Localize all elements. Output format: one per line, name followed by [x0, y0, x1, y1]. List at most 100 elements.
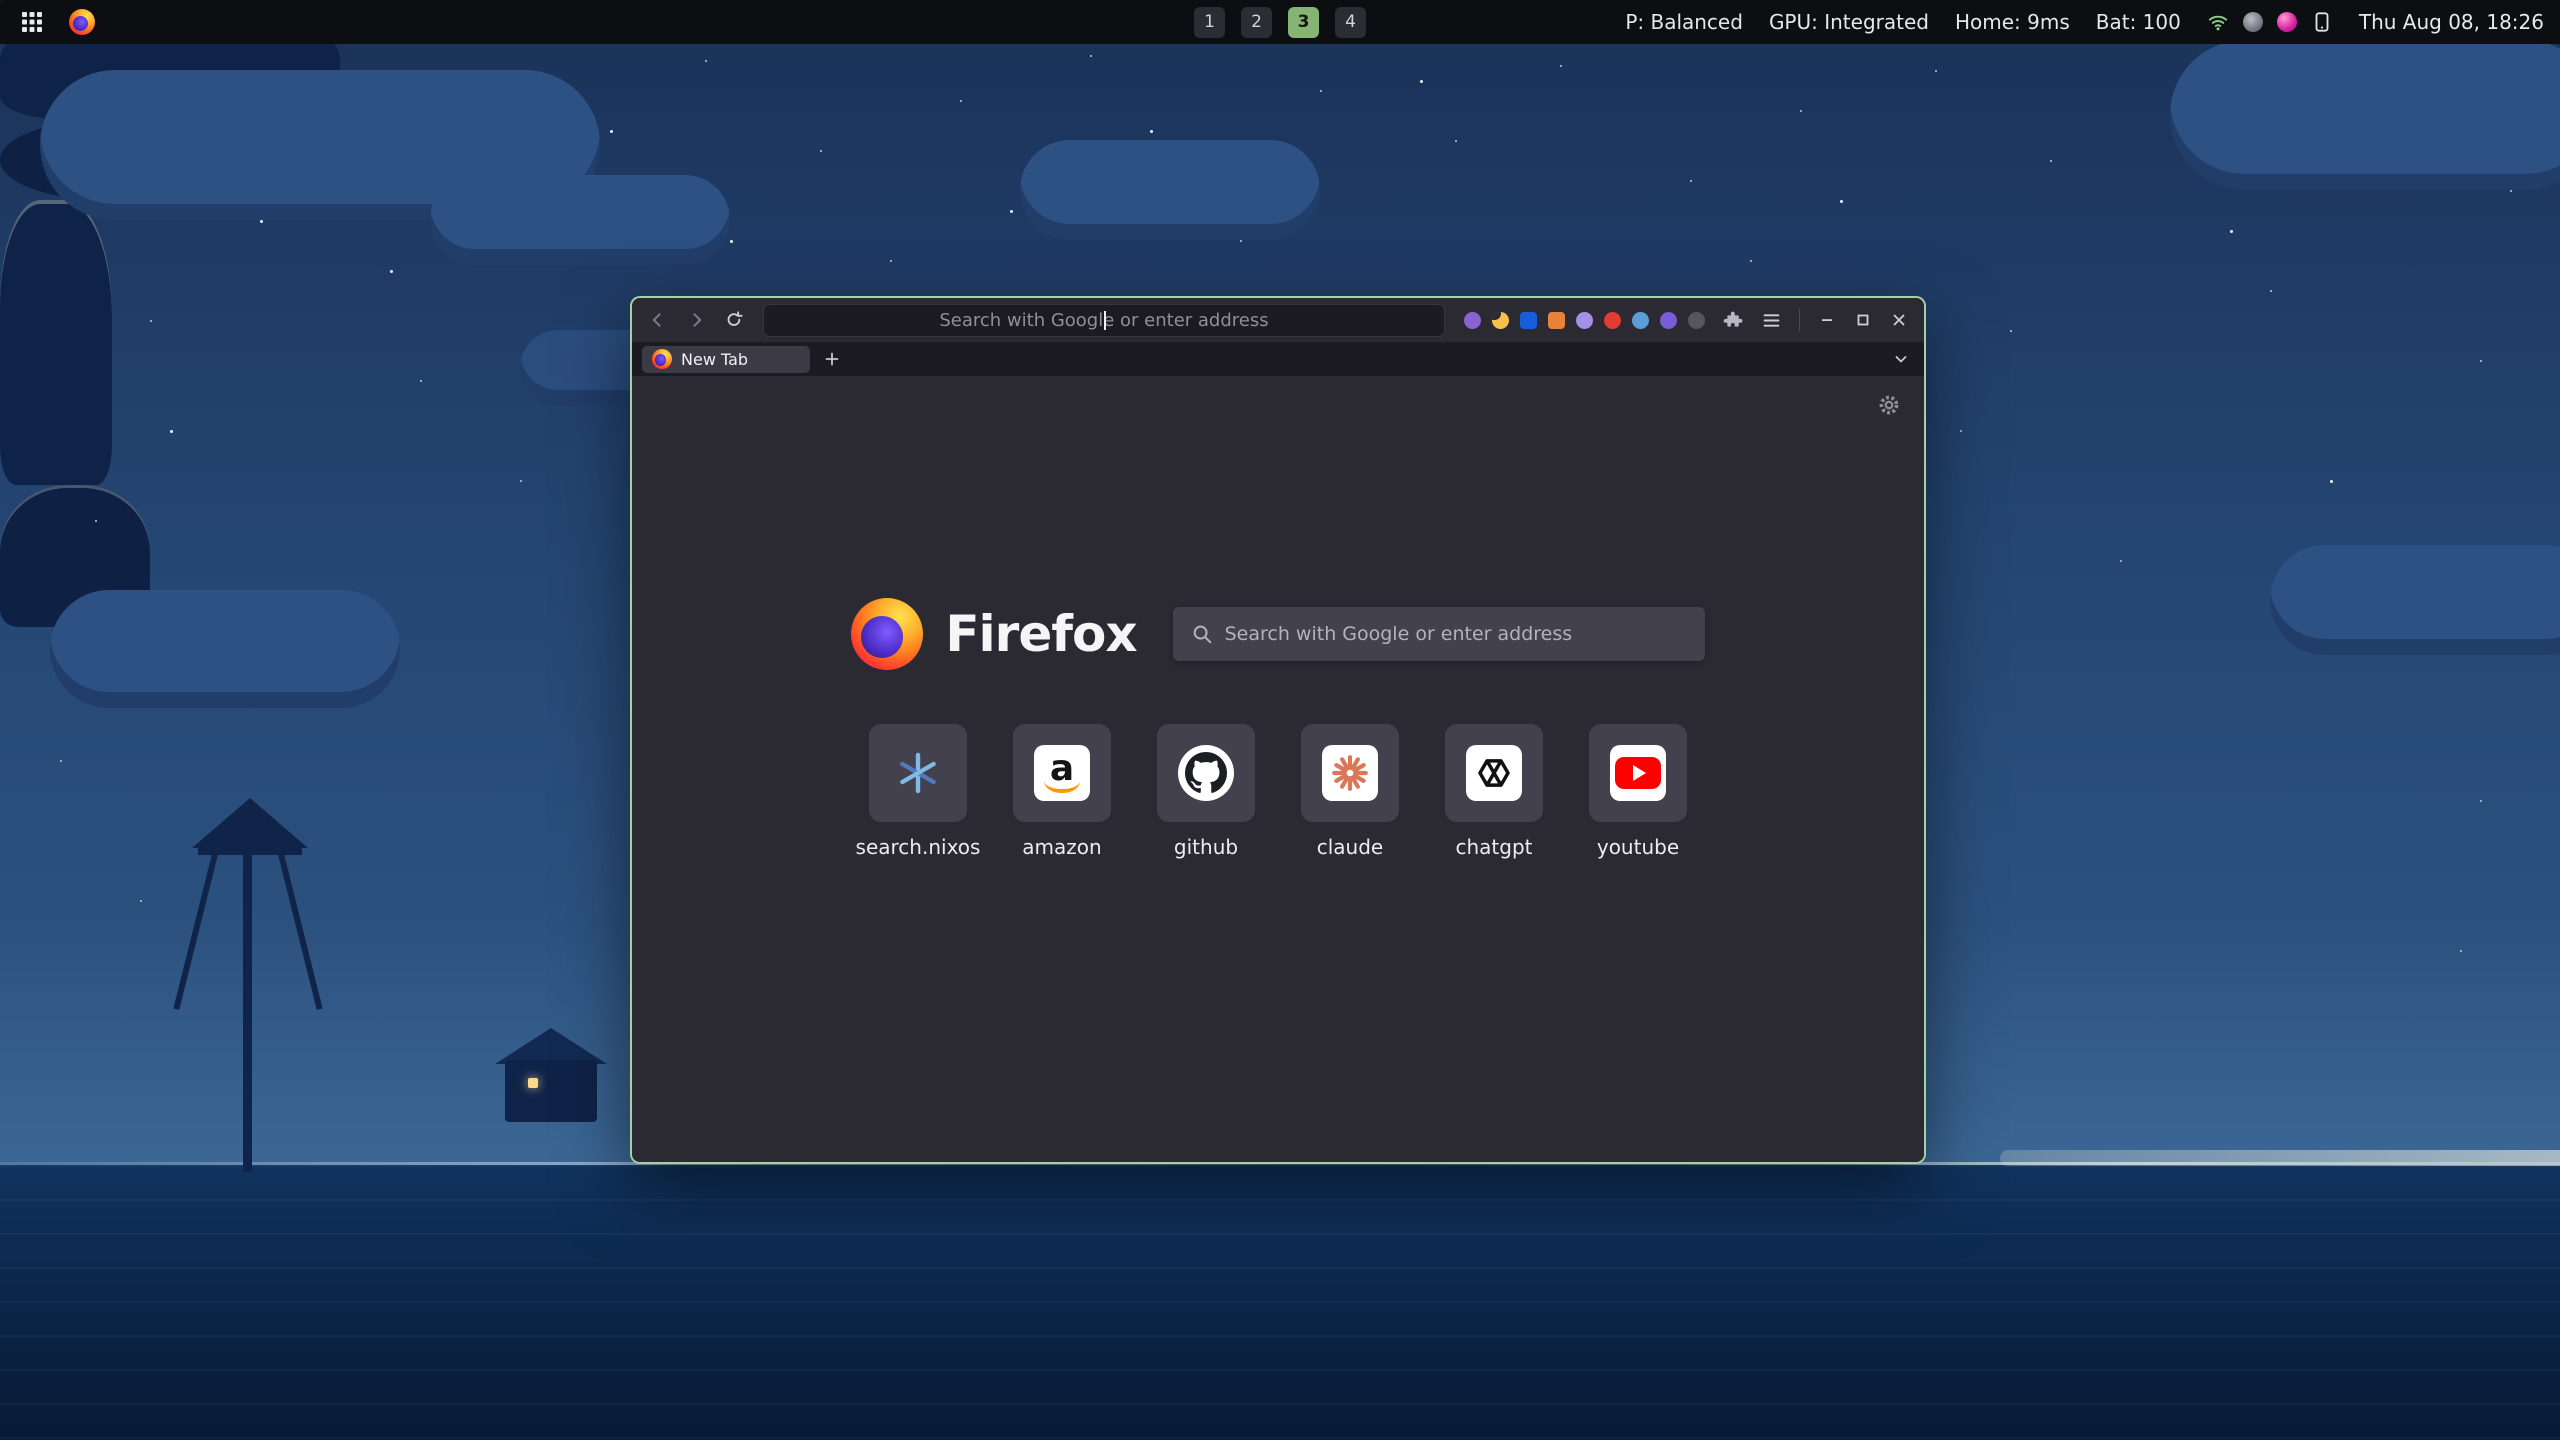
claude-tile	[1301, 724, 1399, 822]
wallpaper-cloud	[430, 175, 730, 265]
claude-icon	[1322, 745, 1378, 801]
close-button[interactable]	[1884, 305, 1914, 335]
shortcut-label: chatgpt	[1455, 835, 1532, 859]
extension-icon-6[interactable]	[1604, 312, 1621, 329]
system-tray	[2207, 11, 2333, 33]
apps-grid-icon	[20, 10, 44, 34]
amazon-icon: a	[1034, 745, 1090, 801]
wallpaper-beach	[2000, 1150, 2560, 1166]
personalize-settings-button[interactable]	[1876, 392, 1902, 418]
youtube-icon	[1610, 745, 1666, 801]
firefox-icon	[69, 9, 95, 35]
shortcut-label: github	[1174, 835, 1238, 859]
back-icon	[648, 310, 668, 330]
shortcut-label: amazon	[1022, 835, 1101, 859]
browser-navbar: Search with Google or enter address	[632, 298, 1924, 342]
tab-title: New Tab	[681, 350, 748, 369]
extension-icons	[1458, 312, 1711, 329]
back-button[interactable]	[642, 304, 674, 336]
newtab-search-input[interactable]	[1225, 623, 1687, 645]
extension-icon-5[interactable]	[1576, 312, 1593, 329]
extension-icon-1[interactable]	[1464, 312, 1481, 329]
wallpaper-cloud	[1020, 140, 1320, 240]
power-profile-module[interactable]: P: Balanced	[1625, 10, 1743, 34]
nixos-tile	[869, 724, 967, 822]
extension-icon-2[interactable]	[1492, 312, 1509, 329]
amazon-smile-arc	[1044, 781, 1080, 793]
shortcut-label: search.nixos	[856, 835, 981, 859]
shortcut-chatgpt[interactable]: chatgpt	[1445, 724, 1543, 859]
desktop: { "colors": { "workspace_active_bg": "#8…	[0, 0, 2560, 1440]
toolbar-divider	[1799, 309, 1800, 331]
workspace-button[interactable]: 3	[1288, 7, 1319, 38]
tray-media-icon[interactable]	[2277, 12, 2297, 32]
app-launcher-button[interactable]	[16, 6, 48, 38]
wallpaper-sea	[0, 1165, 2560, 1440]
forward-button[interactable]	[680, 304, 712, 336]
clock[interactable]: Thu Aug 08, 18:26	[2359, 10, 2544, 34]
top-bar: 1 2 3 4 P: Balanced GPU: Integrated Home…	[0, 0, 2560, 44]
firefox-logo	[851, 598, 923, 670]
search-icon	[1191, 623, 1213, 645]
wallpaper-rocks-right	[0, 200, 112, 485]
extension-icon-3[interactable]	[1520, 312, 1537, 329]
wallpaper-cloud	[2270, 545, 2560, 655]
maximize-icon	[1855, 312, 1871, 328]
shortcut-youtube[interactable]: youtube	[1589, 724, 1687, 859]
shortcut-label: youtube	[1597, 835, 1679, 859]
minimize-button[interactable]	[1812, 305, 1842, 335]
shortcuts-row: search.nixos a amazon	[869, 724, 1687, 859]
firefox-launcher-button[interactable]	[66, 6, 98, 38]
shortcut-label: claude	[1317, 835, 1383, 859]
gpu-module[interactable]: GPU: Integrated	[1769, 10, 1929, 34]
workspace-button[interactable]: 1	[1194, 7, 1225, 38]
extension-icon-4[interactable]	[1548, 312, 1565, 329]
tab-new-tab[interactable]: New Tab	[642, 346, 810, 373]
newtab-hero: Firefox	[851, 598, 1704, 670]
new-tab-button[interactable]	[818, 346, 845, 373]
hamburger-menu-icon	[1761, 310, 1782, 331]
workspace-switcher: 1 2 3 4	[1194, 7, 1366, 38]
shortcut-claude[interactable]: claude	[1301, 724, 1399, 859]
wifi-icon[interactable]	[2207, 11, 2229, 33]
forward-icon	[686, 310, 706, 330]
extensions-button[interactable]	[1717, 304, 1749, 336]
tray-status-icon[interactable]	[2243, 12, 2263, 32]
firefox-wordmark: Firefox	[945, 605, 1136, 663]
shortcut-search-nixos[interactable]: search.nixos	[869, 724, 967, 859]
workspace-button[interactable]: 4	[1335, 7, 1366, 38]
display-icon[interactable]	[2311, 11, 2333, 33]
puzzle-icon	[1723, 310, 1744, 331]
url-bar[interactable]: Search with Google or enter address	[764, 305, 1444, 336]
menu-button[interactable]	[1755, 304, 1787, 336]
maximize-button[interactable]	[1848, 305, 1878, 335]
list-all-tabs-button[interactable]	[1887, 346, 1914, 373]
extension-icon-9[interactable]	[1688, 312, 1705, 329]
reload-button[interactable]	[718, 304, 750, 336]
new-tab-page: Firefox	[632, 376, 1924, 1162]
battery-module[interactable]: Bat: 100	[2096, 10, 2181, 34]
tab-bar: New Tab	[632, 342, 1924, 376]
text-caret	[1104, 311, 1106, 330]
shortcut-github[interactable]: github	[1157, 724, 1255, 859]
chatgpt-tile	[1445, 724, 1543, 822]
github-icon	[1178, 745, 1234, 801]
play-icon	[1633, 765, 1646, 781]
wallpaper-hut	[495, 1028, 607, 1064]
extension-icon-7[interactable]	[1632, 312, 1649, 329]
amazon-tile: a	[1013, 724, 1111, 822]
chatgpt-icon	[1466, 745, 1522, 801]
firefox-window: Search with Google or enter address	[630, 296, 1926, 1164]
minimize-icon	[1819, 312, 1835, 328]
ping-module[interactable]: Home: 9ms	[1955, 10, 2070, 34]
plus-icon	[824, 351, 840, 367]
nixos-snowflake-icon	[894, 749, 942, 797]
github-tile	[1157, 724, 1255, 822]
extension-icon-8[interactable]	[1660, 312, 1677, 329]
shortcut-amazon[interactable]: a amazon	[1013, 724, 1111, 859]
youtube-tile	[1589, 724, 1687, 822]
wallpaper-cloud	[50, 590, 400, 708]
workspace-button[interactable]: 2	[1241, 7, 1272, 38]
close-icon	[1891, 312, 1907, 328]
newtab-search[interactable]	[1173, 607, 1705, 661]
